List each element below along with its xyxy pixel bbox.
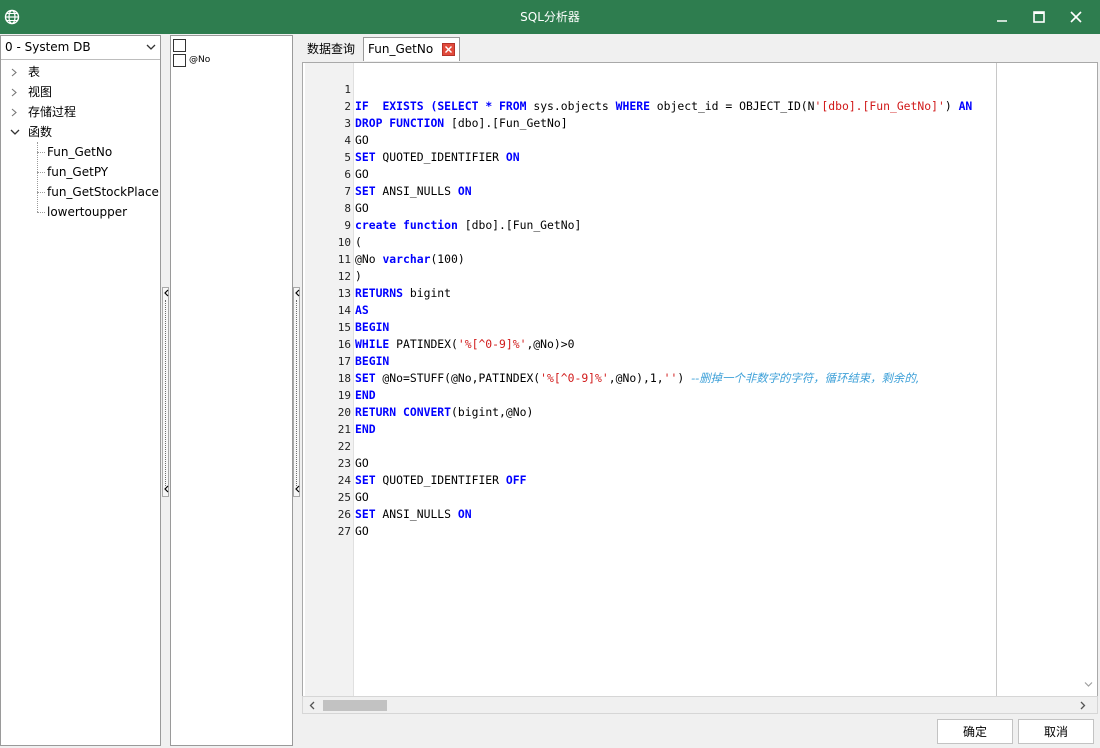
code-line: 4 SET QUOTED_IDENTIFIER ON — [303, 115, 1079, 164]
tab-close-icon[interactable] — [442, 43, 456, 56]
title-bar: SQL分析器 — [0, 0, 1100, 34]
code-line: 21 — [303, 404, 1079, 436]
code-line: 24 GO — [303, 455, 1079, 504]
tree-leaf-label: fun_GetStockPlace — [47, 185, 159, 199]
splitter-left[interactable] — [162, 35, 170, 746]
vertical-scrollbar[interactable] — [1080, 63, 1097, 699]
tree-node-label: 函数 — [28, 125, 53, 139]
chevron-right-icon — [11, 108, 17, 117]
cancel-button[interactable]: 取消 — [1018, 719, 1094, 744]
tree-leaf-label: lowertoupper — [47, 205, 128, 219]
code-line: 20 END — [303, 387, 1079, 436]
tree-node-views[interactable]: 视图 — [1, 82, 160, 102]
code-line: 26 GO — [303, 489, 1079, 538]
database-select-value: 0 - System DB — [5, 40, 91, 54]
tree-leaf-function[interactable]: fun_GetPY — [1, 162, 160, 182]
code-line: 7 GO — [303, 166, 1079, 215]
maximize-button[interactable] — [1021, 0, 1057, 34]
database-select[interactable]: 0 - System DB — [1, 36, 160, 60]
tab-label: Fun_GetNo — [368, 42, 434, 56]
parameters-panel: @No — [170, 35, 293, 746]
ok-button[interactable]: 确定 — [937, 719, 1013, 744]
code-line: 2 DROP FUNCTION [dbo].[Fun_GetNo] — [303, 81, 1079, 130]
code-line: 5 GO — [303, 132, 1079, 181]
param-label: @No — [189, 55, 211, 65]
param-checkbox[interactable] — [173, 39, 186, 52]
code-line: 13 AS — [303, 268, 1079, 317]
tree-leaf-function[interactable]: Fun_GetNo — [1, 142, 160, 162]
code-line: 12 RETURNS bigint — [303, 251, 1079, 300]
param-checkbox[interactable] — [173, 54, 186, 67]
object-explorer: 0 - System DB 表 视图 存储过程 函数 Fun_GetNo fun… — [0, 35, 161, 746]
collapse-left-icon — [295, 289, 300, 297]
maximize-icon — [1033, 11, 1045, 23]
tree-leaf-function[interactable]: fun_GetStockPlace — [1, 182, 160, 202]
chevron-right-icon — [1080, 701, 1086, 710]
line-number: 27 — [337, 525, 351, 538]
tree-guide-line — [37, 142, 38, 212]
tree-node-label: 视图 — [28, 85, 53, 99]
chevron-right-icon — [11, 88, 17, 97]
code-line: 3 GO — [303, 98, 1079, 147]
code-line: 22 GO — [303, 421, 1079, 470]
object-tree: 表 视图 存储过程 函数 Fun_GetNo fun_GetPY fun_Get… — [1, 62, 160, 222]
tree-node-label: 存储过程 — [28, 105, 77, 119]
tree-node-procedures[interactable]: 存储过程 — [1, 102, 160, 122]
tree-leaf-label: fun_GetPY — [47, 165, 109, 179]
collapse-left-icon — [164, 485, 169, 493]
code-line: 1 IF EXISTS (SELECT * FROM sys.objects W… — [303, 64, 1079, 113]
splitter-right[interactable] — [293, 35, 301, 746]
code-line: 18 END — [303, 353, 1079, 402]
close-icon — [1070, 11, 1082, 23]
chevron-down-icon — [10, 129, 20, 135]
code-line: 27 — [303, 506, 1079, 538]
code-line: 6 SET ANSI_NULLS ON — [303, 149, 1079, 198]
chevron-right-icon — [11, 68, 17, 77]
code-text: GO — [355, 524, 369, 538]
minimize-icon — [997, 20, 1007, 22]
code-line: 10 @No varchar(100) — [303, 217, 1079, 266]
code-line: 15 WHILE PATINDEX('%[^0-9]%',@No)>0 — [303, 302, 1079, 351]
tree-leaf-label: Fun_GetNo — [47, 145, 113, 159]
code-line: 16 BEGIN — [303, 319, 1079, 368]
code-line: 14 BEGIN — [303, 285, 1079, 334]
tab-strip: 数据查询 Fun_GetNo — [302, 35, 1100, 61]
code-line: 8 create function [dbo].[Fun_GetNo] — [303, 183, 1079, 232]
window-title: SQL分析器 — [520, 10, 580, 24]
chevron-down-icon — [146, 44, 156, 50]
chevron-down-icon — [1084, 682, 1093, 687]
code-line: 11 ) — [303, 234, 1079, 283]
collapse-left-icon — [164, 289, 169, 297]
sql-editor[interactable]: 1 IF EXISTS (SELECT * FROM sys.objects W… — [302, 62, 1098, 714]
code-line: 23 SET QUOTED_IDENTIFIER OFF — [303, 438, 1079, 487]
splitter-handle[interactable] — [293, 287, 300, 497]
tab-label: 数据查询 — [307, 42, 356, 56]
minimize-button[interactable] — [984, 0, 1020, 34]
tree-node-functions[interactable]: 函数 — [1, 122, 160, 142]
code-line: 17 SET @No=STUFF(@No,PATINDEX('%[^0-9]%'… — [303, 336, 1079, 385]
code-line: 25 SET ANSI_NULLS ON — [303, 472, 1079, 521]
tab-fun-getno[interactable]: Fun_GetNo — [363, 37, 461, 61]
tree-node-label: 表 — [28, 65, 41, 79]
chevron-left-icon — [309, 701, 315, 710]
code-line: 19 RETURN CONVERT(bigint,@No) — [303, 370, 1079, 419]
code-line: 9 ( — [303, 200, 1079, 249]
scrollbar-thumb[interactable] — [323, 700, 387, 711]
tree-leaf-function[interactable]: lowertoupper — [1, 202, 160, 222]
splitter-handle[interactable] — [162, 287, 169, 497]
close-button[interactable] — [1058, 0, 1094, 34]
tree-node-tables[interactable]: 表 — [1, 62, 160, 82]
horizontal-scrollbar[interactable] — [302, 696, 1098, 714]
collapse-left-icon — [295, 485, 300, 493]
editor-panel: 数据查询 Fun_GetNo 1 IF EXISTS (SELECT * FRO… — [302, 35, 1100, 748]
tab-data-query[interactable]: 数据查询 — [303, 38, 359, 60]
